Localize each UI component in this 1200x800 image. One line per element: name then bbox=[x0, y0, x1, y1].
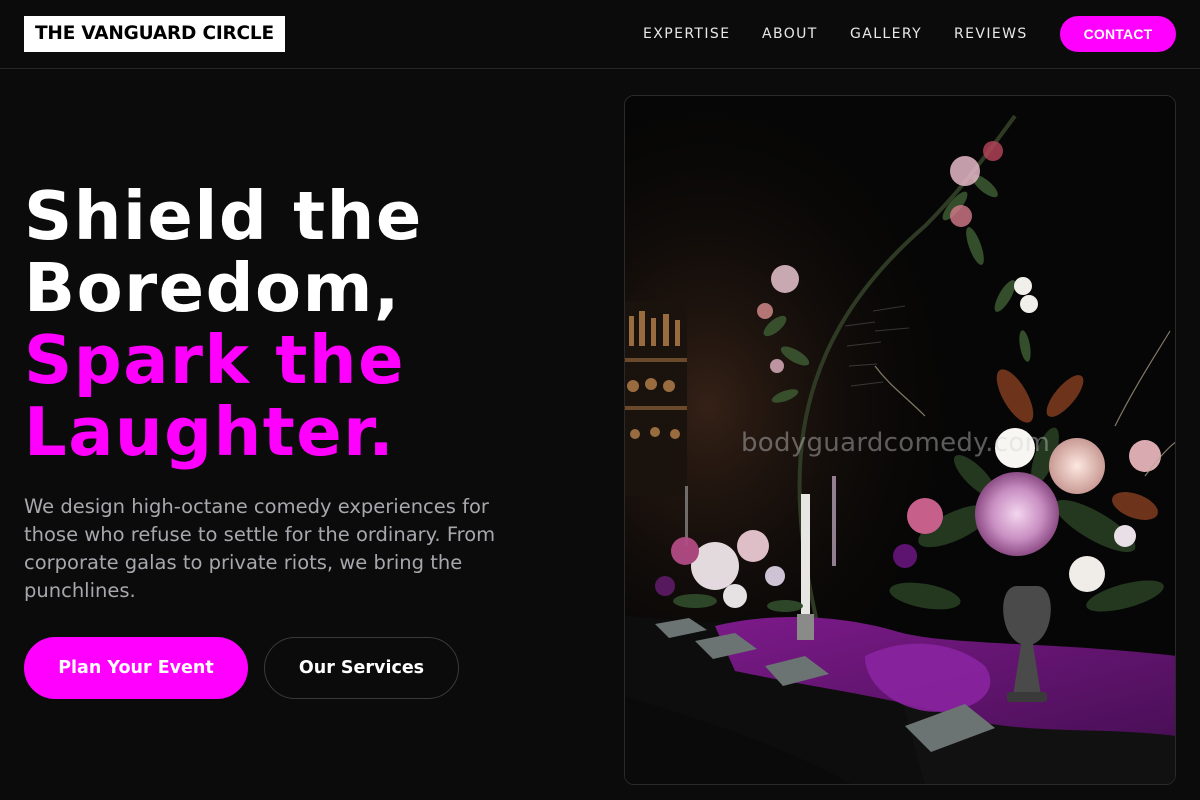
top-navbar: THE VANGUARD CIRCLE EXPERTISE ABOUT GALL… bbox=[0, 0, 1200, 69]
hero-title-line-4: Laughter. bbox=[24, 393, 396, 471]
nav-link-reviews[interactable]: REVIEWS bbox=[954, 24, 1028, 44]
hero-title-line-3: Spark the bbox=[24, 321, 406, 399]
main-nav: EXPERTISE ABOUT GALLERY REVIEWS bbox=[0, 0, 1200, 68]
plan-event-button[interactable]: Plan Your Event bbox=[24, 637, 248, 699]
nav-link-about[interactable]: ABOUT bbox=[762, 24, 818, 44]
hero-event-photo: bodyguardcomedy.com bbox=[624, 95, 1176, 785]
nav-link-gallery[interactable]: GALLERY bbox=[850, 24, 922, 44]
hero-title-line-2: Boredom, bbox=[24, 249, 401, 327]
hero-description: We design high-octane comedy experiences… bbox=[24, 495, 496, 602]
contact-button[interactable]: CONTACT bbox=[1060, 16, 1176, 52]
nav-link-expertise[interactable]: EXPERTISE bbox=[643, 24, 730, 44]
hero-title-line-1: Shield the bbox=[24, 177, 423, 255]
image-watermark: bodyguardcomedy.com bbox=[741, 428, 1051, 458]
our-services-button[interactable]: Our Services bbox=[264, 637, 459, 699]
hero-title: Shield the Boredom, Spark the Laughter. bbox=[24, 180, 584, 468]
